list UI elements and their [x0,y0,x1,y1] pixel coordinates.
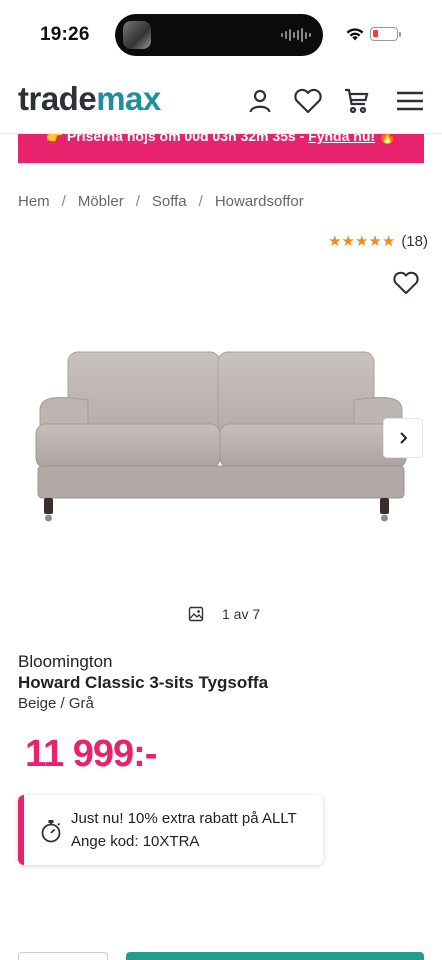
site-header: trademax [0,64,442,134]
coupon-code: Ange kod: 10XTRA [71,833,200,850]
breadcrumb: Hem / Möbler / Soffa / Howardsoffor [18,193,304,210]
stopwatch-icon [41,820,61,843]
promo-link[interactable]: Fynda nu! [308,134,375,144]
gallery-counter: 1 av 7 [222,606,261,622]
user-icon[interactable] [245,86,275,116]
product-title: Howard Classic 3-sits Tygsoffa [18,673,269,692]
status-bar: 19:26 [0,0,442,64]
wishlist-heart-icon[interactable] [391,268,421,298]
product-variant: Beige / Grå [18,695,94,712]
breadcrumb-item-howardsoffor[interactable]: Howardsoffor [215,193,304,210]
media-thumbnail [123,21,151,49]
cart-icon[interactable] [342,86,372,116]
quantity-selector[interactable] [18,952,108,960]
breadcrumb-separator: / [198,193,203,210]
breadcrumb-item-soffa[interactable]: Soffa [152,193,187,210]
coupon-headline: Just nu! 10% extra rabatt på ALLT [71,810,297,827]
breadcrumb-item-hem[interactable]: Hem [18,193,50,210]
chevron-right-icon [400,432,408,444]
breadcrumb-separator: / [135,193,140,210]
rating-stars: ★★★★★ [328,233,396,250]
battery-icon [370,27,401,41]
promo-banner[interactable]: 👉 Priserna höjs om 00d 03h 32m 35s - Fyn… [18,134,424,163]
image-gallery-icon[interactable] [188,606,204,622]
breadcrumb-item-mobler[interactable]: Möbler [78,193,124,210]
discount-code-card: Just nu! 10% extra rabatt på ALLT Ange k… [18,795,323,865]
gallery-pager: 1 av 7 [188,606,260,622]
dynamic-island [115,14,323,56]
menu-icon[interactable] [395,86,425,116]
wifi-icon [346,28,364,41]
audio-wave-icon [281,27,311,43]
product-rating[interactable]: ★★★★★ (18) [328,232,428,251]
gallery-next-button[interactable] [383,418,423,458]
coupon-accent-bar [18,795,24,865]
add-to-cart-button[interactable] [126,952,424,960]
promo-text: 👉 Priserna höjs om 00d 03h 32m 35s - Fyn… [18,134,424,145]
trademax-logo[interactable]: trademax [18,79,161,119]
product-image[interactable] [0,300,442,580]
sofa-image [35,351,407,522]
breadcrumb-separator: / [61,193,66,210]
product-price: 11 999:- [25,733,157,775]
clock-time: 19:26 [40,24,90,45]
product-brand[interactable]: Bloomington [18,652,113,672]
heart-icon[interactable] [293,86,323,116]
rating-count: (18) [401,232,428,250]
